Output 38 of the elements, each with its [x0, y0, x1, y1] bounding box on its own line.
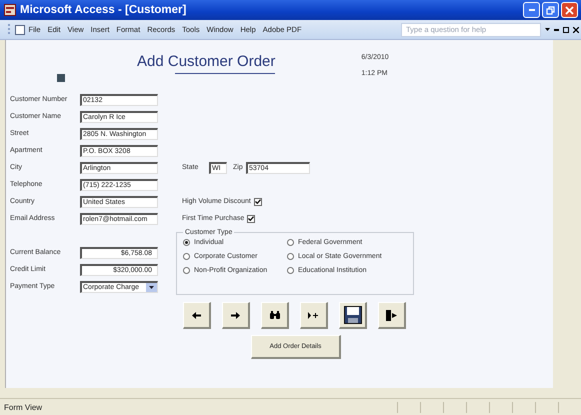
radio-button[interactable]: [183, 253, 190, 260]
checkbox[interactable]: [254, 198, 262, 206]
save-button[interactable]: [339, 302, 367, 329]
left-arrow-icon: [192, 312, 201, 318]
form-title: Add Customer Order: [137, 53, 276, 70]
new-record-button[interactable]: [300, 302, 328, 329]
check-icon: [248, 216, 254, 221]
checkbox[interactable]: [247, 214, 256, 222]
radio-button[interactable]: [287, 253, 294, 260]
check-icon: [254, 199, 261, 204]
restore-button[interactable]: [542, 2, 559, 18]
status-text: Form View: [4, 402, 44, 412]
close-button[interactable]: [561, 2, 578, 18]
dropdown-arrow-icon: [149, 286, 154, 288]
close-icon[interactable]: [573, 26, 579, 32]
radio-button[interactable]: [183, 267, 190, 274]
form-icon: [4, 4, 16, 16]
find-button[interactable]: [261, 302, 289, 329]
window-title: Microsoft Access - [Customer]: [20, 4, 188, 16]
exit-button[interactable]: [378, 302, 406, 329]
arrow-star-icon: [308, 312, 319, 318]
radio-button[interactable]: [183, 239, 190, 246]
minimize-icon: [528, 9, 534, 11]
restore-icon[interactable]: [563, 26, 569, 32]
previous-button[interactable]: [183, 302, 211, 329]
close-icon: [565, 6, 574, 14]
document-icon: [15, 24, 25, 34]
restore-icon: [546, 6, 555, 14]
minimize-icon[interactable]: [554, 28, 559, 30]
radio-button[interactable]: [287, 239, 294, 246]
next-button[interactable]: [222, 302, 250, 329]
door-arrow-icon: [386, 310, 397, 320]
radio-button[interactable]: [287, 267, 294, 274]
dropdown-arrow-icon[interactable]: [545, 28, 550, 31]
right-arrow-icon: [231, 312, 240, 318]
toolbar-grip-icon: [8, 24, 11, 36]
binoculars-icon: [270, 311, 280, 319]
minimize-button[interactable]: [523, 2, 540, 18]
